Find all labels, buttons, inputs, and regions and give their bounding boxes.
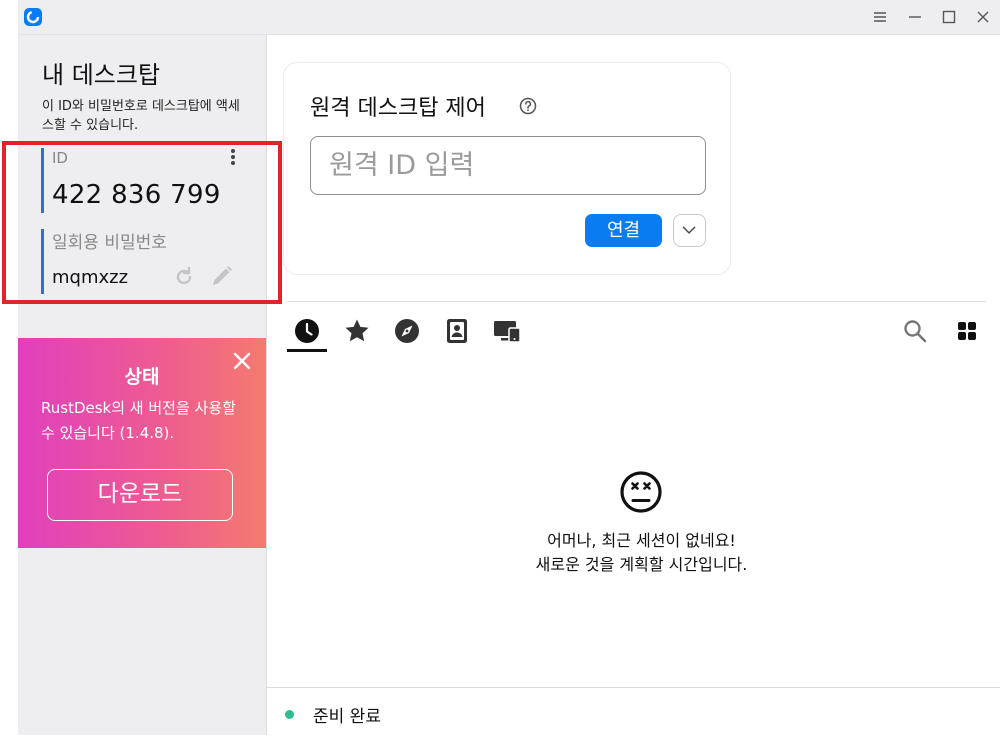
sidebar-description: 이 ID와 비밀번호로 데스크탑에 액세스할 수 있습니다. (42, 99, 240, 133)
connect-button[interactable]: 연결 (585, 214, 662, 247)
download-button[interactable]: 다운로드 (47, 469, 233, 521)
maximize-icon[interactable] (938, 6, 960, 28)
status-text: 준비 완료 (313, 707, 381, 727)
status-indicator-dot (285, 710, 294, 719)
sidebar-title: 내 데스크탑 (42, 61, 161, 89)
recent-clock-icon (295, 319, 319, 343)
banner-title: 상태 (124, 366, 160, 388)
grid-view-icon[interactable] (954, 318, 980, 344)
edit-pencil-icon[interactable] (210, 264, 234, 288)
rustdesk-logo-icon (22, 6, 44, 28)
tab-address-book[interactable] (442, 316, 472, 346)
remote-id-input[interactable] (310, 136, 706, 195)
favorites-star-icon (345, 319, 369, 342)
hamburger-icon[interactable] (869, 6, 891, 28)
active-tab-indicator (287, 349, 327, 352)
card-title: 원격 데스크탑 제어 (310, 96, 486, 121)
sad-face-icon (618, 469, 664, 515)
password-label: 일회용 비밀번호 (52, 233, 167, 253)
tab-device-group[interactable] (492, 316, 522, 346)
id-accent-bar (41, 148, 44, 213)
search-icon[interactable] (902, 318, 928, 344)
title-bar (18, 0, 1000, 35)
id-label: ID (52, 149, 68, 167)
empty-state-message: 어머나, 최근 세션이 없네요! (547, 531, 736, 550)
section-divider (287, 301, 986, 302)
connect-options-dropdown[interactable] (673, 214, 706, 247)
banner-text: RustDesk의 새 버전을 사용할 수 있습니다 (1.4.8). (41, 399, 236, 442)
password-accent-bar (41, 229, 44, 294)
close-icon[interactable] (972, 6, 994, 28)
window-left-edge (0, 0, 18, 735)
more-options-icon[interactable] (223, 147, 243, 169)
device-group-icon (494, 321, 521, 343)
discovered-compass-icon (395, 319, 419, 343)
tab-discovered[interactable] (392, 316, 422, 346)
remote-control-card: 원격 데스크탑 제어 연결 (283, 62, 731, 275)
tab-favorites[interactable] (342, 316, 372, 346)
update-banner: 상태 RustDesk의 새 버전을 사용할 수 있습니다 (1.4.8). 다… (18, 338, 266, 548)
password-value[interactable]: mqmxzz (52, 267, 128, 288)
help-question-icon[interactable] (518, 96, 538, 116)
id-value[interactable]: 422 836 799 (52, 180, 221, 210)
minimize-icon[interactable] (904, 6, 926, 28)
tab-recent-sessions[interactable] (292, 316, 322, 346)
empty-state-subtext: 새로운 것을 계획할 시간입니다. (535, 555, 748, 574)
status-bar: 준비 완료 (267, 687, 1000, 736)
address-book-icon (447, 319, 467, 343)
refresh-icon[interactable] (172, 265, 196, 289)
